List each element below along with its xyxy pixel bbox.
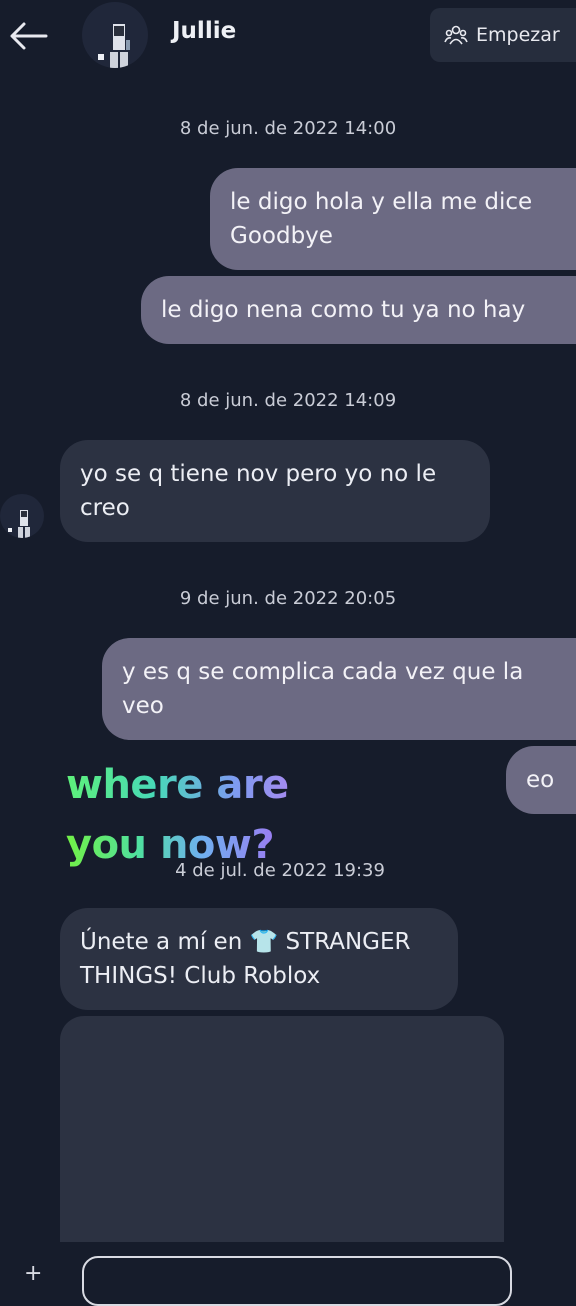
start-button[interactable]: Empezar xyxy=(430,8,576,62)
overlay-text-line1: where are xyxy=(66,762,289,808)
timestamp: 8 de jun. de 2022 14:09 xyxy=(179,390,397,411)
back-button[interactable] xyxy=(6,14,50,58)
contact-avatar[interactable] xyxy=(82,2,148,68)
back-arrow-icon xyxy=(10,22,48,50)
contact-name[interactable]: Jullie xyxy=(172,18,236,44)
start-button-label: Empezar xyxy=(476,24,560,46)
sender-avatar[interactable] xyxy=(0,494,44,538)
incoming-message[interactable]: yo se q tiene nov pero yo no le creo xyxy=(60,440,490,542)
media-preview-card[interactable] xyxy=(60,1016,504,1242)
message-input[interactable] xyxy=(82,1256,512,1306)
outgoing-message[interactable]: eo xyxy=(506,746,576,814)
chat-header: Jullie Empezar xyxy=(0,0,576,72)
outgoing-message[interactable]: le digo nena como tu ya no hay xyxy=(141,276,576,344)
overlay-text-line2: you now? xyxy=(66,822,275,868)
outgoing-message[interactable]: le digo hola y ella me dice Goodbye xyxy=(210,168,576,270)
outgoing-message[interactable]: y es q se complica cada vez que la veo xyxy=(102,638,576,740)
incoming-message[interactable]: Únete a mí en 👕 STRANGER THINGS! Club Ro… xyxy=(60,908,458,1010)
timestamp: 8 de jun. de 2022 14:00 xyxy=(179,118,397,139)
plus-icon[interactable]: + xyxy=(24,1263,44,1285)
timestamp: 9 de jun. de 2022 20:05 xyxy=(179,588,397,609)
people-icon xyxy=(444,25,468,45)
